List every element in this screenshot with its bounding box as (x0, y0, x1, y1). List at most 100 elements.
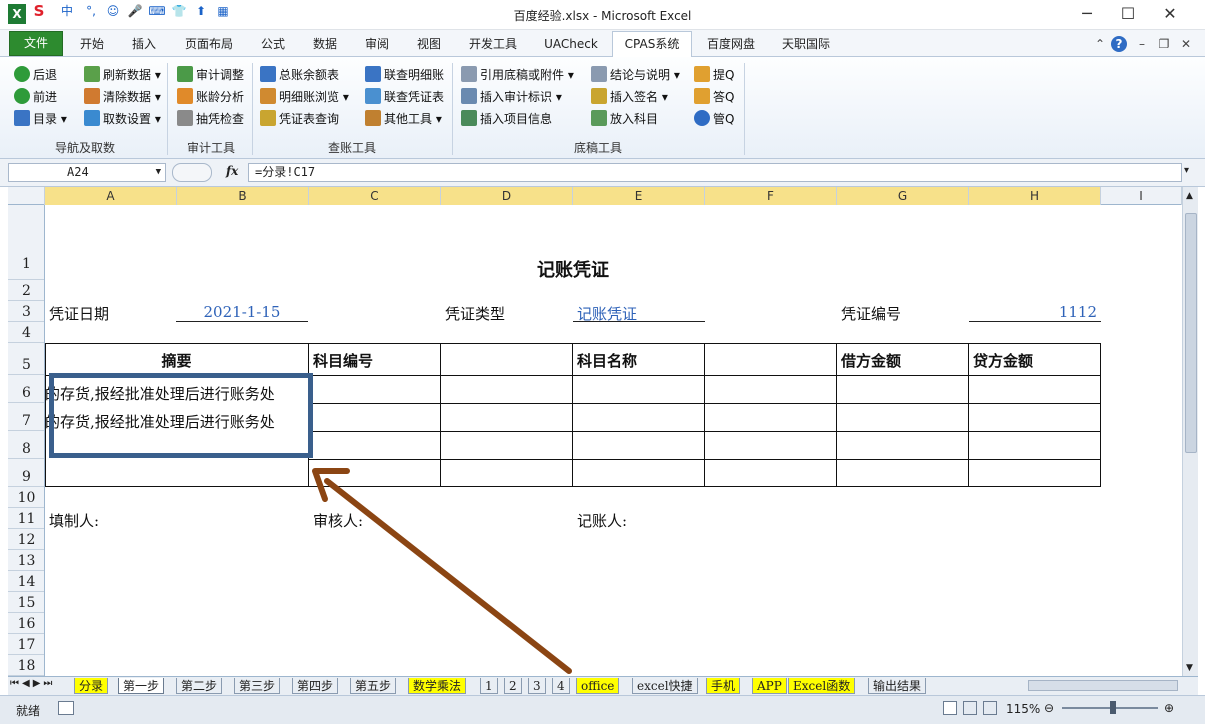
row-header[interactable]: 9 (8, 459, 44, 487)
tab-file[interactable]: 文件 (9, 31, 63, 56)
scroll-down-icon[interactable]: ▼ (1186, 663, 1193, 673)
sheet-tab-active[interactable]: 第一步 (118, 678, 165, 694)
sheet-tab[interactable]: 2 (504, 678, 522, 694)
horizontal-scrollbar[interactable] (1028, 680, 1178, 691)
conclusion-button[interactable]: 结论与说明 ▾ (591, 65, 680, 85)
detail-browse-button[interactable]: 明细账浏览 ▾ (260, 87, 349, 107)
sheet-nav-icon[interactable]: ⏮◀▶⏭ (10, 678, 55, 689)
link-voucher-button[interactable]: 联查凭证表 (365, 87, 444, 107)
answer-q-button[interactable]: 答Q (694, 87, 734, 107)
tab-baidu-netdisk[interactable]: 百度网盘 (698, 34, 764, 56)
tab-tianzhi[interactable]: 天职国际 (770, 34, 842, 56)
column-header[interactable]: H (969, 187, 1101, 205)
back-button[interactable]: 后退 (14, 65, 57, 85)
scroll-up-icon[interactable]: ▲ (1186, 191, 1193, 201)
help-icon[interactable]: ? (1111, 36, 1127, 52)
page-layout-view-icon[interactable] (963, 701, 977, 715)
column-header[interactable]: A (45, 187, 177, 205)
row-header[interactable]: 6 (8, 375, 44, 403)
column-header[interactable]: B (177, 187, 309, 205)
voucher-sampling-button[interactable]: 抽凭检查 (177, 109, 244, 129)
ref-draft-button[interactable]: 引用底稿或附件 ▾ (461, 65, 574, 85)
tab-review[interactable]: 审阅 (354, 34, 400, 56)
column-header[interactable]: D (441, 187, 573, 205)
row-header[interactable]: 16 (8, 613, 44, 634)
put-account-button[interactable]: 放入科目 (591, 109, 658, 129)
insert-audit-mark-button[interactable]: 插入审计标识 ▾ (461, 87, 562, 107)
page-break-view-icon[interactable] (983, 701, 997, 715)
tab-insert[interactable]: 插入 (120, 34, 168, 56)
voucher-query-button[interactable]: 凭证表查询 (260, 109, 339, 129)
sheet-tab[interactable]: office (576, 678, 620, 694)
wb-close-icon[interactable]: ✕ (1178, 36, 1194, 52)
sheet-tab[interactable]: 4 (552, 678, 570, 694)
vertical-scrollbar[interactable]: ▲ ▼ (1182, 187, 1198, 676)
row-header[interactable]: 12 (8, 529, 44, 550)
sheet-tab[interactable]: 第二步 (176, 678, 223, 694)
expand-formula-icon[interactable]: ▾ (1184, 165, 1189, 176)
normal-view-icon[interactable] (943, 701, 957, 715)
toc-button[interactable]: 目录 ▾ (14, 109, 67, 129)
minimize-button[interactable]: ─ (1067, 2, 1107, 26)
wb-minimize-icon[interactable]: – (1134, 36, 1150, 52)
sheet-tab[interactable]: excel快捷 (632, 678, 698, 694)
column-header[interactable]: G (837, 187, 969, 205)
zoom-level[interactable]: 115% (1006, 702, 1040, 716)
macro-record-icon[interactable] (58, 701, 74, 715)
tab-view[interactable]: 视图 (406, 34, 452, 56)
row-header[interactable]: 15 (8, 592, 44, 613)
sheet-tab[interactable]: 分录 (74, 678, 109, 694)
sheet-tab[interactable]: 第四步 (292, 678, 339, 694)
gl-balance-button[interactable]: 总账余额表 (260, 65, 339, 85)
maximize-button[interactable]: ☐ (1108, 2, 1148, 26)
column-header[interactable]: C (309, 187, 441, 205)
zoom-slider-thumb[interactable] (1110, 701, 1116, 714)
clear-data-button[interactable]: 清除数据 ▾ (84, 87, 161, 107)
worksheet-grid[interactable]: 记账凭证 凭证日期 2021-1-15 凭证类型 记账凭证 凭证编号 1112 … (45, 205, 1182, 676)
aging-analysis-button[interactable]: 账龄分析 (177, 87, 244, 107)
row-header[interactable]: 17 (8, 634, 44, 655)
row-header[interactable]: 18 (8, 655, 44, 676)
row-header[interactable]: 7 (8, 403, 44, 431)
ask-q-button[interactable]: 提Q (694, 65, 734, 85)
manage-q-button[interactable]: 管Q (694, 109, 734, 129)
insert-signature-button[interactable]: 插入签名 ▾ (591, 87, 668, 107)
tab-home[interactable]: 开始 (68, 34, 116, 56)
row-header[interactable]: 5 (8, 343, 44, 375)
audit-adjust-button[interactable]: 审计调整 (177, 65, 244, 85)
sheet-tab[interactable]: 1 (480, 678, 498, 694)
column-header[interactable]: E (573, 187, 705, 205)
link-detail-button[interactable]: 联查明细账 (365, 65, 444, 85)
row-header[interactable]: 3 (8, 301, 44, 322)
close-button[interactable]: ✕ (1150, 2, 1190, 26)
scroll-thumb[interactable] (1185, 213, 1197, 453)
tab-uacheck[interactable]: UACheck (536, 34, 606, 56)
column-header[interactable]: F (705, 187, 837, 205)
sheet-tab[interactable]: APP (752, 678, 787, 694)
tab-page-layout[interactable]: 页面布局 (172, 34, 246, 56)
row-header[interactable]: 11 (8, 508, 44, 529)
chevron-down-icon[interactable]: ▼ (156, 164, 161, 181)
name-box[interactable]: A24 ▼ (8, 163, 166, 182)
row-header[interactable]: 8 (8, 431, 44, 459)
formula-expand-button[interactable] (172, 163, 212, 182)
sheet-tab[interactable]: 3 (528, 678, 546, 694)
tab-formulas[interactable]: 公式 (250, 34, 296, 56)
sheet-tab[interactable]: 第五步 (350, 678, 397, 694)
select-all-corner[interactable] (8, 187, 45, 205)
tab-developer[interactable]: 开发工具 (458, 34, 528, 56)
row-header[interactable]: 4 (8, 322, 44, 343)
insert-project-info-button[interactable]: 插入项目信息 (461, 109, 552, 129)
sheet-tab[interactable]: 手机 (706, 678, 741, 694)
sheet-tab[interactable]: Excel函数 (788, 678, 856, 694)
other-tools-button[interactable]: 其他工具 ▾ (365, 109, 442, 129)
collapse-ribbon-icon[interactable]: ⌃ (1092, 36, 1108, 52)
sheet-tab[interactable]: 数学乘法 (408, 678, 467, 694)
fetch-settings-button[interactable]: 取数设置 ▾ (84, 109, 161, 129)
refresh-data-button[interactable]: 刷新数据 ▾ (84, 65, 161, 85)
column-header[interactable]: I (1101, 187, 1182, 205)
formula-input[interactable]: =分录!C17 (248, 163, 1182, 182)
tab-cpas[interactable]: CPAS系统 (612, 31, 692, 58)
row-header[interactable]: 10 (8, 487, 44, 508)
zoom-out-icon[interactable]: ⊖ (1044, 701, 1054, 715)
